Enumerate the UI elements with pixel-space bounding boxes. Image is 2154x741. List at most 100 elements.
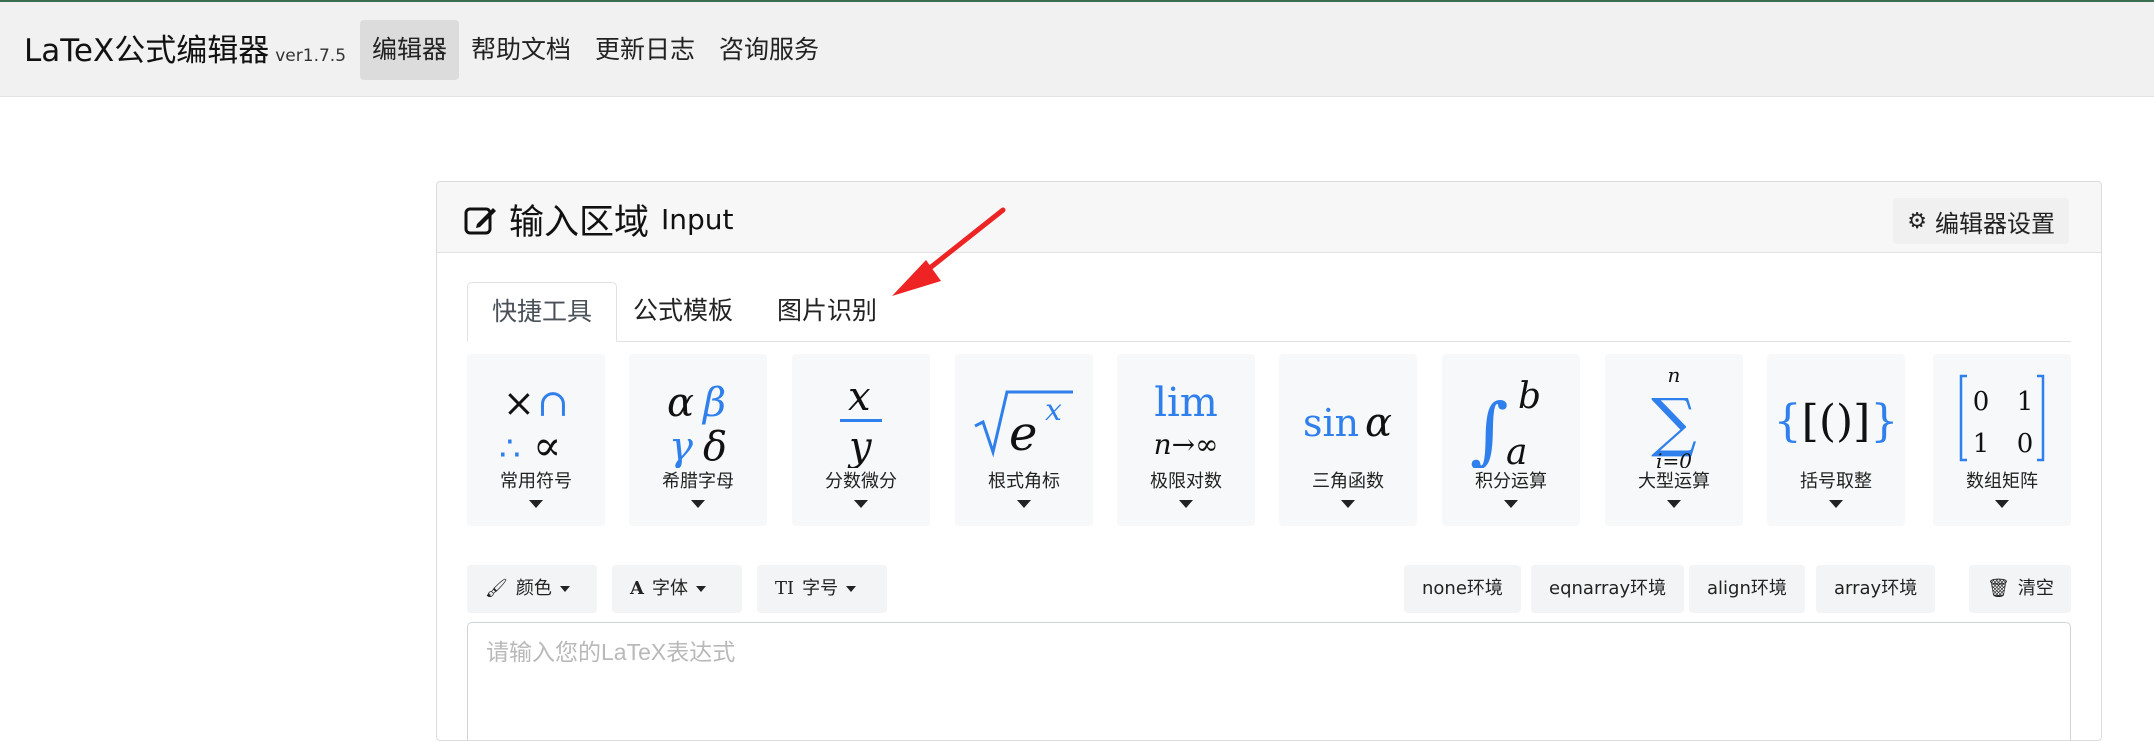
font-size-dropdown[interactable]: TI 字号 (757, 565, 887, 613)
svg-text:1: 1 (1973, 429, 1990, 459)
tool-label: 常用符号 (500, 471, 572, 492)
svg-text:0: 0 (1973, 387, 1990, 417)
common-symbols-icon: × ∩ ∴ ∝ (499, 381, 569, 468)
chevron-down-icon (1829, 500, 1843, 508)
chevron-down-icon (1504, 500, 1518, 508)
svg-text:a: a (1506, 432, 1527, 468)
svg-text:0: 0 (2017, 429, 2034, 459)
svg-text:sin: sin (1303, 401, 1359, 445)
chevron-down-icon (1995, 500, 2009, 508)
env-none-button[interactable]: none环境 (1404, 565, 1521, 613)
tool-label: 积分运算 (1475, 471, 1547, 492)
svg-text:lim: lim (1154, 380, 1218, 426)
color-label: 颜色 (515, 578, 552, 599)
brand-name: LaTeX公式编辑器 (24, 33, 270, 69)
navbar: LaTeX公式编辑器 ver1.7.5 编辑器 帮助文档 更新日志 咨询服务 (0, 2, 2154, 97)
sum-icon: n ∑ i=0 (1651, 364, 1697, 468)
env-eqnarray-button[interactable]: eqnarray环境 (1531, 565, 1685, 613)
caret-down-icon (846, 586, 857, 592)
svg-text:δ: δ (703, 424, 727, 468)
chevron-down-icon (1667, 500, 1681, 508)
svg-text:α: α (667, 380, 694, 426)
svg-text:{[()]}: {[()]} (1774, 396, 1899, 447)
limit-icon: lim n→∞ (1154, 380, 1219, 461)
nav-menu: 编辑器 帮助文档 更新日志 咨询服务 (360, 20, 831, 80)
svg-text:x: x (848, 374, 871, 420)
font-label: 字体 (651, 578, 688, 599)
tool-sum[interactable]: n ∑ i=0 大型运算 (1605, 354, 1743, 526)
tool-label: 极限对数 (1150, 471, 1222, 492)
tool-label: 括号取整 (1800, 471, 1872, 492)
latex-input[interactable]: 请输入您的LaTeX表达式 (467, 622, 2071, 740)
chevron-down-icon (1017, 500, 1031, 508)
svg-text:∫: ∫ (1470, 388, 1509, 468)
clear-button[interactable]: 🗑 清空 (1969, 565, 2071, 613)
svg-text:y: y (847, 424, 873, 468)
tab-shortcut-tools[interactable]: 快捷工具 (467, 282, 618, 342)
nav-item-consulting[interactable]: 咨询服务 (707, 20, 831, 80)
tool-label: 分数微分 (825, 471, 897, 492)
editor-settings-label: 编辑器设置 (1935, 209, 2055, 238)
greek-letters-icon: α β γ δ (667, 380, 727, 468)
paint-brush-icon: 🖌 (485, 578, 508, 599)
edit-icon (464, 207, 496, 234)
brand[interactable]: LaTeX公式编辑器 ver1.7.5 (24, 25, 346, 70)
format-toolbar: 🖌 颜色 A 字体 TI 字号 none环境 eqnarray环境 align环境 a… (467, 565, 2071, 613)
fraction-icon: x y (840, 374, 882, 468)
caret-down-icon (559, 586, 570, 592)
tab-image-recognition[interactable]: 图片识别 (753, 282, 901, 342)
brand-version: ver1.7.5 (275, 46, 347, 66)
chevron-down-icon (854, 500, 868, 508)
editor-settings-button[interactable]: ⚙ 编辑器设置 (1893, 198, 2069, 244)
nav-item-changelog[interactable]: 更新日志 (583, 20, 707, 80)
env-array-button[interactable]: array环境 (1816, 565, 1936, 613)
input-card: 输入区域 Input ⚙ 编辑器设置 快捷工具 公式模板 图片识别 × ∩ ∴ … (436, 181, 2102, 741)
svg-text:α: α (1365, 400, 1392, 446)
nav-item-help[interactable]: 帮助文档 (459, 20, 583, 80)
env-align-button[interactable]: align环境 (1689, 565, 1805, 613)
tool-integral[interactable]: ∫ b a 积分运算 (1442, 354, 1580, 526)
trash-icon: 🗑 (1987, 578, 2010, 599)
color-dropdown[interactable]: 🖌 颜色 (467, 565, 597, 613)
clear-label: 清空 (2017, 578, 2054, 599)
card-header: 输入区域 Input ⚙ 编辑器设置 (437, 182, 2101, 253)
font-dropdown[interactable]: A 字体 (612, 565, 742, 613)
svg-text:∝: ∝ (533, 421, 561, 468)
svg-text:e: e (1009, 406, 1037, 462)
tab-bar: 快捷工具 公式模板 图片识别 (467, 282, 2071, 342)
svg-text:∴: ∴ (499, 429, 521, 468)
tool-brackets[interactable]: {[()]} 括号取整 (1767, 354, 1905, 526)
tool-palette: × ∩ ∴ ∝ 常用符号 α β γ δ 希腊字母 x y 分数微分 e x 根… (467, 354, 2071, 526)
font-icon: A (630, 578, 644, 599)
svg-text:1: 1 (2017, 387, 2034, 417)
font-size-label: 字号 (802, 578, 839, 599)
caret-down-icon (695, 586, 706, 592)
tool-fraction[interactable]: x y 分数微分 (792, 354, 930, 526)
svg-text:γ: γ (669, 424, 693, 468)
svg-text:i=0: i=0 (1656, 449, 1692, 468)
svg-text:b: b (1518, 376, 1541, 417)
trig-icon: sin α (1303, 400, 1392, 446)
tab-formula-templates[interactable]: 公式模板 (609, 282, 757, 342)
chevron-down-icon (1179, 500, 1193, 508)
tool-label: 数组矩阵 (1966, 471, 2038, 492)
svg-text:β: β (701, 380, 726, 426)
tool-trig[interactable]: sin α 三角函数 (1279, 354, 1417, 526)
svg-text:×: × (503, 381, 535, 425)
tool-limit[interactable]: lim n→∞ 极限对数 (1117, 354, 1255, 526)
tool-common-symbols[interactable]: × ∩ ∴ ∝ 常用符号 (467, 354, 605, 526)
tool-label: 根式角标 (988, 471, 1060, 492)
svg-text:n→∞: n→∞ (1154, 428, 1219, 461)
brackets-icon: {[()]} (1774, 396, 1899, 447)
text-height-icon: TI (775, 578, 795, 599)
chevron-down-icon (529, 500, 543, 508)
chevron-down-icon (1341, 500, 1355, 508)
radical-icon: e x (974, 390, 1073, 462)
tool-radical[interactable]: e x 根式角标 (955, 354, 1093, 526)
card-title-en: Input (661, 203, 734, 236)
tool-label: 三角函数 (1312, 471, 1384, 492)
tool-greek-letters[interactable]: α β γ δ 希腊字母 (629, 354, 767, 526)
nav-item-editor[interactable]: 编辑器 (360, 20, 460, 80)
card-title: 输入区域 Input (463, 194, 734, 245)
tool-matrix[interactable]: 0 1 1 0 数组矩阵 (1933, 354, 2071, 526)
